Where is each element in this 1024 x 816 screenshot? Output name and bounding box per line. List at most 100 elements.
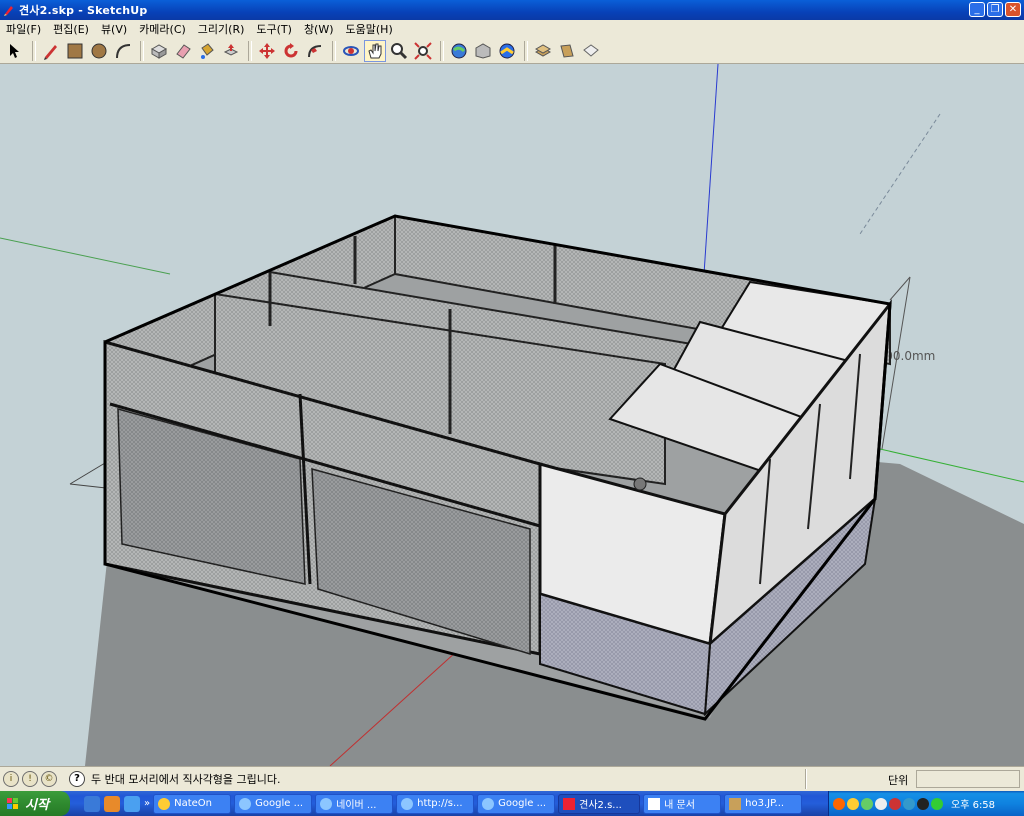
windows-taskbar: 시작 » NateOn Google ... 네이버 ... http://s.… <box>0 791 1024 816</box>
green-axis-back <box>0 237 171 275</box>
pencil-icon <box>44 44 57 60</box>
taskbar-item-image[interactable]: ho3.JP... <box>724 793 803 814</box>
geo-location-icon[interactable]: i <box>3 771 19 787</box>
move-icon <box>259 42 275 59</box>
tray-icon[interactable] <box>847 797 859 810</box>
share-model-button[interactable] <box>472 40 494 62</box>
model-canvas[interactable]: 1900.0mm <box>0 64 1024 766</box>
window-controls: _ ❐ ✕ <box>969 2 1021 17</box>
windows-flag-icon <box>7 797 18 809</box>
hand-icon <box>368 43 382 58</box>
taskbar-item-google-2[interactable]: Google ... <box>477 793 556 814</box>
toolbar-separator <box>524 40 528 61</box>
select-tool-button[interactable] <box>4 40 26 62</box>
menu-view[interactable]: 뷰(V) <box>95 21 133 37</box>
menu-help[interactable]: 도움말(H) <box>340 21 399 37</box>
toolbar-separator <box>140 40 144 61</box>
model-viewport[interactable]: 1900.0mm <box>0 64 1024 766</box>
eraser-tool-button[interactable] <box>172 40 194 62</box>
ie-icon <box>320 797 333 810</box>
taskbar-item-google-1[interactable]: Google ... <box>234 793 313 814</box>
close-button[interactable]: ✕ <box>1005 2 1021 17</box>
window-title: 견사2.skp - SketchUp <box>19 4 148 17</box>
menu-edit[interactable]: 편집(E) <box>47 21 95 37</box>
push-pull-button[interactable] <box>220 40 242 62</box>
follow-me-button[interactable] <box>304 40 326 62</box>
taskbar-clock: 오후 6:58 <box>951 800 996 811</box>
orbit-tool-button[interactable] <box>340 40 362 62</box>
styles-button[interactable] <box>580 40 602 62</box>
menu-draw[interactable]: 그리기(R) <box>192 21 251 37</box>
taskbar-item-nateon[interactable]: NateOn <box>153 793 232 814</box>
menu-window[interactable]: 창(W) <box>298 21 340 37</box>
tray-icon[interactable] <box>889 797 901 810</box>
taskbar-item-naver[interactable]: 네이버 ... <box>315 793 394 814</box>
arc-tool-button[interactable] <box>112 40 134 62</box>
toolbar-separator <box>32 40 36 61</box>
warehouse-button[interactable] <box>496 40 518 62</box>
components-icon <box>560 43 574 58</box>
paint-bucket-icon <box>201 42 214 59</box>
pan-tool-button[interactable] <box>364 39 386 62</box>
menu-bar: 파일(F) 편집(E) 뷰(V) 카메라(C) 그리기(R) 도구(T) 창(W… <box>0 20 1024 39</box>
rectangle-icon <box>67 43 83 58</box>
maximize-button[interactable]: ❐ <box>987 2 1003 17</box>
previous-view-button[interactable] <box>448 40 470 62</box>
rotate-tool-button[interactable] <box>280 40 302 62</box>
circle-tool-button[interactable] <box>88 40 110 62</box>
tray-icon[interactable] <box>861 797 873 810</box>
tray-icon[interactable] <box>875 797 887 810</box>
arrow-cursor-icon <box>10 43 19 58</box>
menu-camera[interactable]: 카메라(C) <box>133 21 192 37</box>
tray-icon[interactable] <box>833 797 845 810</box>
credits-icon[interactable]: ! <box>22 771 38 787</box>
move-tool-button[interactable] <box>256 40 278 62</box>
layers-button[interactable] <box>532 40 554 62</box>
menu-tools[interactable]: 도구(T) <box>250 21 298 37</box>
housing-vent <box>633 477 647 491</box>
zoom-extents-button[interactable] <box>412 40 434 62</box>
warehouse-icon <box>499 43 515 58</box>
rotate-icon <box>284 42 298 57</box>
guide-dashed <box>859 113 941 235</box>
eraser-icon <box>176 43 191 59</box>
toolbar-separator <box>332 40 336 61</box>
status-hint: 두 반대 모서리에서 직사각형을 그립니다. <box>91 773 281 786</box>
tray-icon[interactable] <box>931 797 943 810</box>
globe-icon <box>451 43 467 58</box>
tray-icon[interactable] <box>917 797 929 810</box>
zoom-tool-button[interactable] <box>388 40 410 62</box>
taskbar-item-sketchup[interactable]: 견사2.s... <box>558 793 641 814</box>
user-icon[interactable]: © <box>41 771 57 787</box>
show-desktop-icon[interactable] <box>84 795 100 812</box>
arc-icon <box>116 43 131 58</box>
tray-icon[interactable] <box>903 797 915 810</box>
help-icon[interactable]: ? <box>69 771 85 787</box>
measurements-label: 단위 <box>888 774 909 787</box>
folder-icon <box>648 797 661 810</box>
toolbar-separator <box>440 40 444 61</box>
taskbar-item-my-documents[interactable]: 내 문서 <box>643 793 722 814</box>
main-toolbar <box>0 38 1024 64</box>
ie-icon <box>239 797 252 810</box>
start-button[interactable]: 시작 <box>0 791 70 816</box>
image-icon <box>729 797 742 810</box>
minimize-button[interactable]: _ <box>969 2 985 17</box>
line-tool-button[interactable] <box>40 40 62 62</box>
internet-explorer-icon[interactable] <box>124 795 140 812</box>
menu-file[interactable]: 파일(F) <box>0 21 47 37</box>
title-bar: 견사2.skp - SketchUp _ ❐ ✕ <box>0 0 1024 20</box>
measurements-input[interactable] <box>916 770 1020 788</box>
zoom-extents-icon <box>414 41 432 60</box>
components-button[interactable] <box>556 40 578 62</box>
media-player-icon[interactable] <box>104 795 120 812</box>
nateon-icon <box>158 797 171 810</box>
quick-launch-more[interactable]: » <box>144 798 150 809</box>
toolbar-separator <box>248 40 252 61</box>
rectangle-tool-button[interactable] <box>64 40 86 62</box>
orbit-icon <box>343 45 359 56</box>
styles-icon <box>583 43 599 57</box>
make-component-button[interactable] <box>148 40 170 62</box>
paint-bucket-button[interactable] <box>196 40 218 62</box>
taskbar-item-http[interactable]: http://s... <box>396 793 475 814</box>
